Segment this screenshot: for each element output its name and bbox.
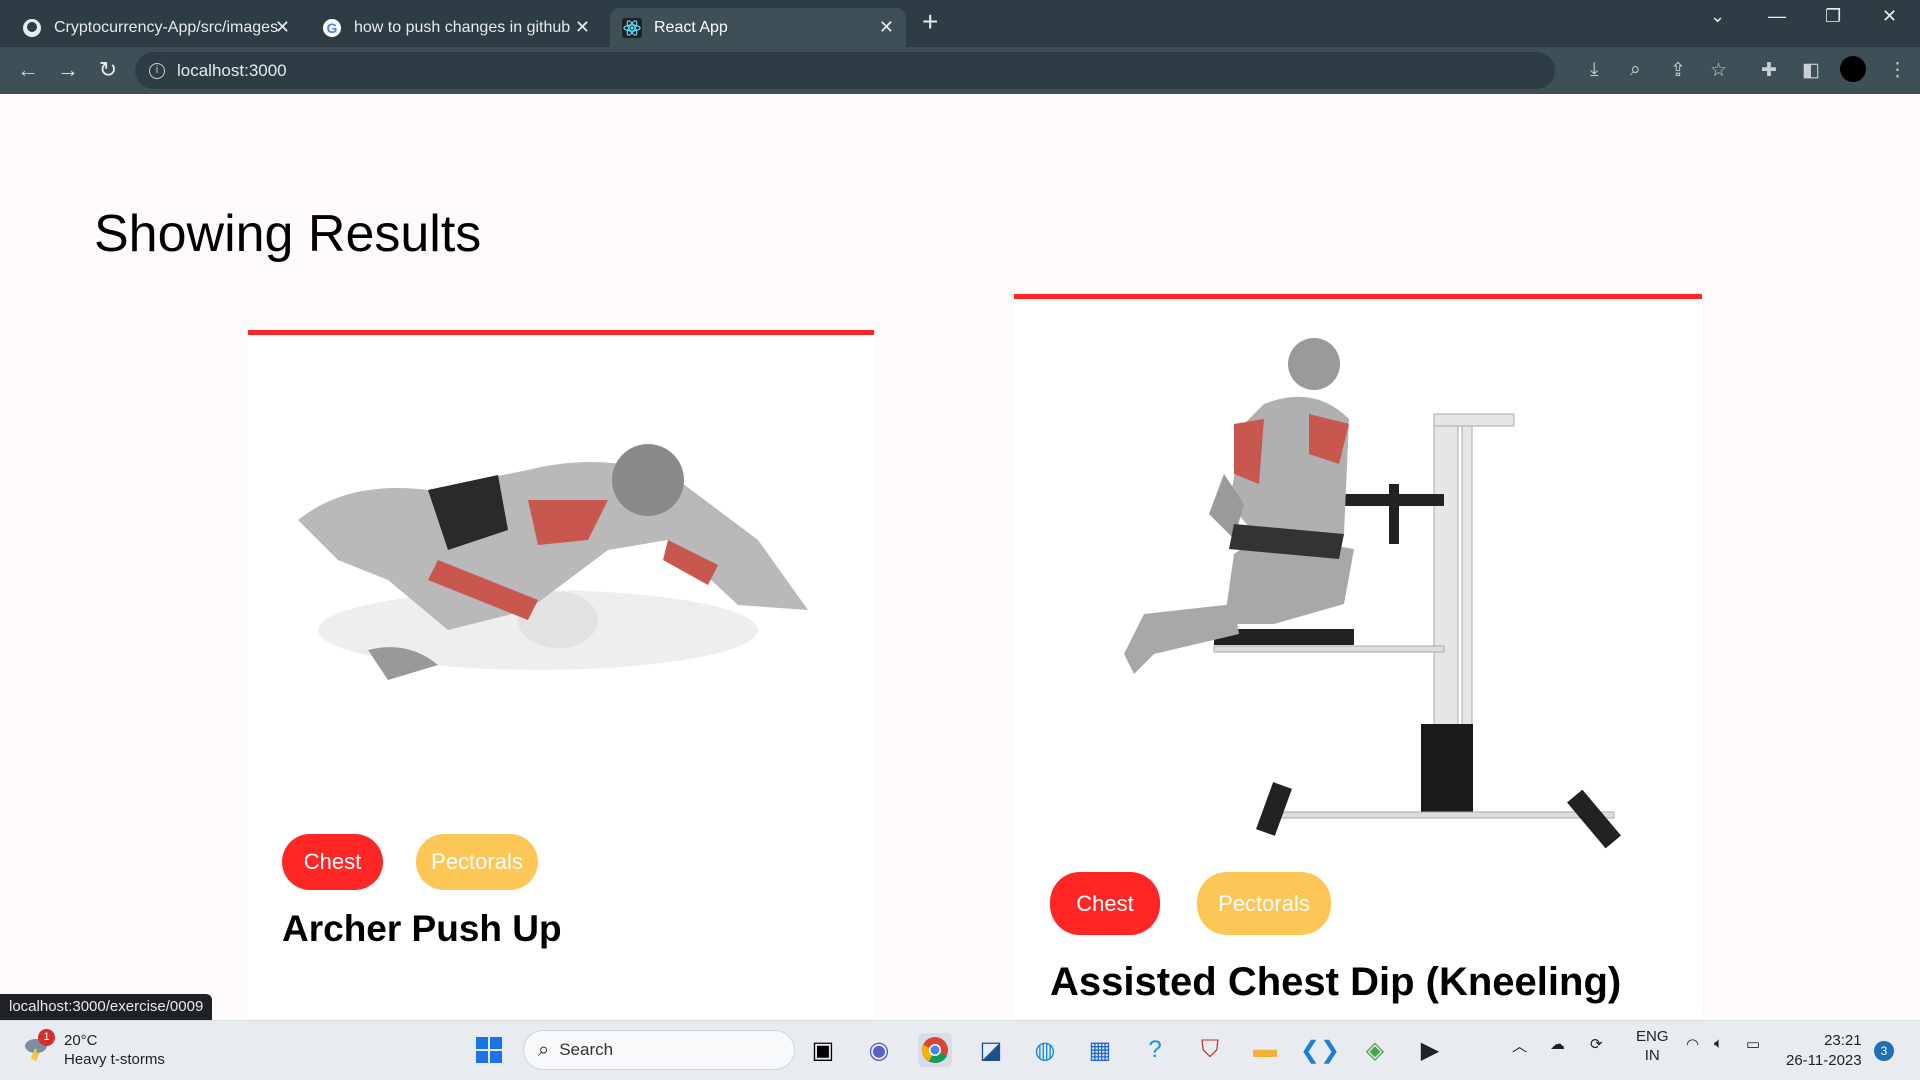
- side-panel-icon[interactable]: ◧: [1802, 59, 1820, 82]
- volume-icon[interactable]: 🔈︎: [1714, 1035, 1723, 1052]
- restore-button[interactable]: ❐: [1825, 6, 1841, 27]
- wifi-icon[interactable]: ◠: [1686, 1035, 1699, 1053]
- tab-github[interactable]: Cryptocurrency-App/src/images ✕: [10, 8, 302, 47]
- app-icon[interactable]: ◪: [974, 1033, 1008, 1067]
- language-code: ENG: [1636, 1028, 1669, 1045]
- search-label: Search: [559, 1040, 614, 1059]
- onedrive-icon[interactable]: ☁: [1550, 1035, 1565, 1053]
- clock-time: 23:21: [1824, 1032, 1862, 1049]
- file-explorer-icon[interactable]: ▬: [1248, 1033, 1282, 1067]
- tab-title: React App: [654, 18, 728, 36]
- tab-search-chevron-icon[interactable]: ⌄: [1710, 6, 1725, 27]
- minimize-button[interactable]: —: [1768, 6, 1786, 27]
- media-player-icon[interactable]: ▶: [1413, 1033, 1447, 1067]
- target-pill[interactable]: Pectorals: [1197, 872, 1331, 935]
- body-part-pill[interactable]: Chest: [1050, 872, 1160, 935]
- taskbar-search-box[interactable]: ⌕ Search: [523, 1030, 795, 1070]
- address-bar[interactable]: i localhost:3000: [135, 52, 1555, 89]
- weather-temperature: 20°C: [64, 1032, 98, 1049]
- address-url[interactable]: localhost:3000: [177, 61, 287, 81]
- exercise-name: Archer Push Up: [282, 908, 562, 949]
- task-view-icon[interactable]: ▣: [806, 1033, 840, 1067]
- new-tab-button[interactable]: +: [922, 6, 938, 38]
- help-icon[interactable]: ?: [1138, 1033, 1172, 1067]
- tab-title: Cryptocurrency-App/src/images: [54, 18, 279, 36]
- forward-arrow-icon[interactable]: →: [54, 57, 82, 83]
- teams-chat-icon[interactable]: ◉: [862, 1033, 896, 1067]
- exercise-card[interactable]: Chest Pectorals Archer Push Up: [248, 330, 874, 1020]
- language-indicator[interactable]: ENG IN: [1636, 1027, 1669, 1065]
- system-clock[interactable]: 23:21 26-11-2023: [1786, 1031, 1862, 1071]
- exercise-image: [1124, 338, 1621, 849]
- page-title: Showing Results: [94, 205, 482, 263]
- target-pill[interactable]: Pectorals: [416, 834, 538, 890]
- window-close-button[interactable]: ✕: [1882, 6, 1897, 27]
- tab-title: how to push changes in github: [354, 18, 571, 36]
- bookmark-star-icon[interactable]: ☆: [1710, 59, 1727, 82]
- region-code: IN: [1644, 1047, 1660, 1064]
- zoom-icon[interactable]: ⌕: [1630, 59, 1641, 81]
- git-app-icon[interactable]: ◈: [1358, 1033, 1392, 1067]
- close-icon[interactable]: ✕: [275, 17, 290, 38]
- browser-titlebar: Cryptocurrency-App/src/images ✕ G how to…: [0, 0, 1920, 47]
- tab-react-app[interactable]: React App ✕: [610, 8, 906, 47]
- reload-icon[interactable]: ↻: [94, 57, 122, 83]
- clock-date: 26-11-2023: [1786, 1052, 1862, 1069]
- browser-menu-icon[interactable]: ⋮: [1888, 59, 1907, 82]
- card-accent-line: [1014, 294, 1702, 299]
- close-icon[interactable]: ✕: [575, 17, 590, 38]
- weather-widget[interactable]: 1 20°C Heavy t-storms: [22, 1029, 165, 1069]
- card-accent-line: [248, 330, 874, 335]
- exercise-card[interactable]: Chest Pectorals Assisted Chest Dip (Knee…: [1014, 294, 1702, 1020]
- chrome-icon[interactable]: [918, 1033, 952, 1067]
- google-icon: G: [322, 18, 342, 38]
- link-status-bar: localhost:3000/exercise/0009: [0, 994, 213, 1020]
- react-icon: [622, 17, 642, 38]
- tray-overflow-icon[interactable]: ︿: [1512, 1035, 1527, 1056]
- sync-icon[interactable]: ⟳: [1590, 1035, 1603, 1053]
- windows-taskbar: 1 20°C Heavy t-storms ⌕ Search ▣ ◉ ◪ ◍ ▦…: [0, 1020, 1920, 1080]
- body-part-pill[interactable]: Chest: [282, 834, 383, 890]
- browser-toolbar: ← → ↻ i localhost:3000 ⤓ ⌕ ⇪ ☆ ✚ ◧ ⋮: [0, 47, 1920, 94]
- store-icon[interactable]: ▦: [1083, 1033, 1117, 1067]
- search-icon: ⌕: [538, 1038, 550, 1061]
- svg-text:G: G: [327, 20, 338, 36]
- exercise-image: [298, 444, 808, 680]
- battery-icon[interactable]: ▭: [1746, 1035, 1760, 1053]
- tab-google[interactable]: G how to push changes in github ✕: [310, 8, 602, 47]
- install-app-icon[interactable]: ⤓: [1590, 59, 1598, 81]
- mcafee-icon[interactable]: ⛉: [1193, 1033, 1227, 1067]
- github-icon: [22, 18, 42, 38]
- edge-icon[interactable]: ◍: [1028, 1033, 1062, 1067]
- windows-start-icon[interactable]: [472, 1033, 506, 1067]
- notification-badge[interactable]: 3: [1874, 1041, 1894, 1061]
- page-content: Showing Results Chest Pectorals Archer P…: [0, 94, 1920, 1020]
- site-info-icon[interactable]: i: [149, 62, 165, 79]
- vscode-icon[interactable]: ❮❯: [1300, 1033, 1340, 1067]
- share-icon[interactable]: ⇪: [1670, 59, 1686, 82]
- extensions-puzzle-icon[interactable]: ✚: [1761, 59, 1777, 82]
- weather-description: Heavy t-storms: [64, 1051, 165, 1068]
- storm-cloud-icon: 1: [22, 1029, 55, 1062]
- weather-alert-badge: 1: [38, 1029, 55, 1046]
- profile-avatar[interactable]: [1840, 56, 1866, 82]
- back-arrow-icon[interactable]: ←: [14, 57, 42, 83]
- close-icon[interactable]: ✕: [879, 17, 894, 38]
- exercise-name: Assisted Chest Dip (Kneeling): [1050, 960, 1622, 1004]
